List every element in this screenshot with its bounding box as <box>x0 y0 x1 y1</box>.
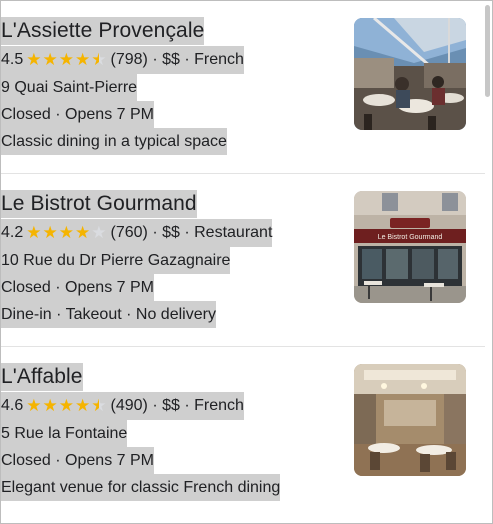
separator: · <box>152 51 158 68</box>
results-panel: L'Assiette Provençale 4.5★★★★★(798) · $$… <box>0 0 493 524</box>
star-icon: ★ <box>75 396 92 415</box>
half-star-icon: ★ <box>91 51 107 68</box>
separator: · <box>55 106 61 123</box>
star-icon: ★ <box>26 50 43 69</box>
hours-row: Closed · Opens 7 PM <box>1 101 154 128</box>
scrollbar[interactable] <box>484 1 490 523</box>
category: Restaurant <box>194 224 273 241</box>
separator: · <box>126 306 132 323</box>
star-icon: ★ <box>26 223 43 242</box>
service-takeout: Takeout <box>65 306 122 323</box>
terrace-photo <box>354 18 466 130</box>
rating-stars: ★★★★★ <box>26 393 107 420</box>
rating-value: 4.6 <box>1 397 24 414</box>
result-info: L'Assiette Provençale 4.5★★★★★(798) · $$… <box>1 17 341 155</box>
open-status: Closed <box>1 106 51 123</box>
description: Classic dining in a typical space <box>1 128 227 155</box>
separator: · <box>184 51 190 68</box>
star-icon: ★ <box>58 223 75 242</box>
result-name[interactable]: Le Bistrot Gourmand <box>1 190 197 218</box>
rating-row: 4.6★★★★★(490) · $$ · French <box>1 392 244 420</box>
half-star-icon: ★ <box>91 397 107 414</box>
open-status: Closed <box>1 452 51 469</box>
separator: · <box>184 224 190 241</box>
price-level: $$ <box>162 51 180 68</box>
storefront-photo: Le Bistrot Gourmand <box>354 191 466 303</box>
results-list: L'Assiette Provençale 4.5★★★★★(798) · $$… <box>1 1 485 519</box>
rating-value: 4.2 <box>1 224 24 241</box>
result-photo[interactable]: Le Bistrot Gourmand <box>354 191 466 303</box>
storefront-sign: Le Bistrot Gourmand <box>378 234 443 241</box>
interior-photo <box>354 364 466 476</box>
hours-row: Closed · Opens 7 PM <box>1 274 154 301</box>
opening-hours: Opens 7 PM <box>65 106 154 123</box>
separator: · <box>55 452 61 469</box>
result-name[interactable]: L'Assiette Provençale <box>1 17 205 45</box>
star-icon: ★ <box>75 50 92 69</box>
review-count[interactable]: (760) <box>111 224 148 241</box>
star-icon: ★ <box>42 50 59 69</box>
address: 10 Rue du Dr Pierre Gazagnaire <box>1 247 231 274</box>
category: French <box>194 51 244 68</box>
rating-row: 4.5★★★★★(798) · $$ · French <box>1 46 244 74</box>
description: Elegant venue for classic French dining <box>1 474 281 501</box>
address: 9 Quai Saint-Pierre <box>1 74 138 101</box>
rating-value: 4.5 <box>1 51 24 68</box>
service-delivery: No delivery <box>135 306 216 323</box>
services-row: Dine-in · Takeout · No delivery <box>1 301 216 328</box>
address: 5 Rue la Fontaine <box>1 420 128 447</box>
result-card-affable[interactable]: L'Affable 4.6★★★★★(490) · $$ · French 5 … <box>1 347 485 519</box>
separator: · <box>56 306 62 323</box>
opening-hours: Opens 7 PM <box>65 452 154 469</box>
review-count[interactable]: (798) <box>111 51 148 68</box>
rating-stars: ★★★★★ <box>26 47 107 74</box>
star-icon: ★ <box>42 396 59 415</box>
result-card-assiette-provencale[interactable]: L'Assiette Provençale 4.5★★★★★(798) · $$… <box>1 1 485 174</box>
result-photo[interactable] <box>354 364 466 476</box>
separator: · <box>184 397 190 414</box>
star-icon: ★ <box>75 223 92 242</box>
rating-row: 4.2 ★★★★★ (760) · $$ · Restaurant <box>1 219 273 247</box>
star-icon: ★ <box>26 396 43 415</box>
star-icon: ★ <box>58 50 75 69</box>
opening-hours: Opens 7 PM <box>65 279 154 296</box>
result-card-bistrot-gourmand[interactable]: Le Bistrot Gourmand 4.2 ★★★★★ (760) · $$ ·… <box>1 174 485 347</box>
star-icon: ★ <box>42 223 59 242</box>
result-info: L'Affable 4.6★★★★★(490) · $$ · French 5 … <box>1 363 341 501</box>
star-icon: ★ <box>58 396 75 415</box>
separator: · <box>152 397 158 414</box>
price-level: $$ <box>162 224 180 241</box>
price-level: $$ <box>162 397 180 414</box>
separator: · <box>152 224 158 241</box>
category: French <box>194 397 244 414</box>
separator: · <box>55 279 61 296</box>
review-count[interactable]: (490) <box>111 397 148 414</box>
result-photo[interactable] <box>354 18 466 130</box>
result-info: Le Bistrot Gourmand 4.2 ★★★★★ (760) · $$ ·… <box>1 190 341 328</box>
hours-row: Closed · Opens 7 PM <box>1 447 154 474</box>
service-dine-in: Dine-in <box>1 306 52 323</box>
open-status: Closed <box>1 279 51 296</box>
rating-stars: ★★★★★ <box>26 220 107 247</box>
result-name[interactable]: L'Affable <box>1 363 83 391</box>
star-empty-icon: ★ <box>91 223 108 242</box>
scrollbar-thumb[interactable] <box>485 5 490 97</box>
